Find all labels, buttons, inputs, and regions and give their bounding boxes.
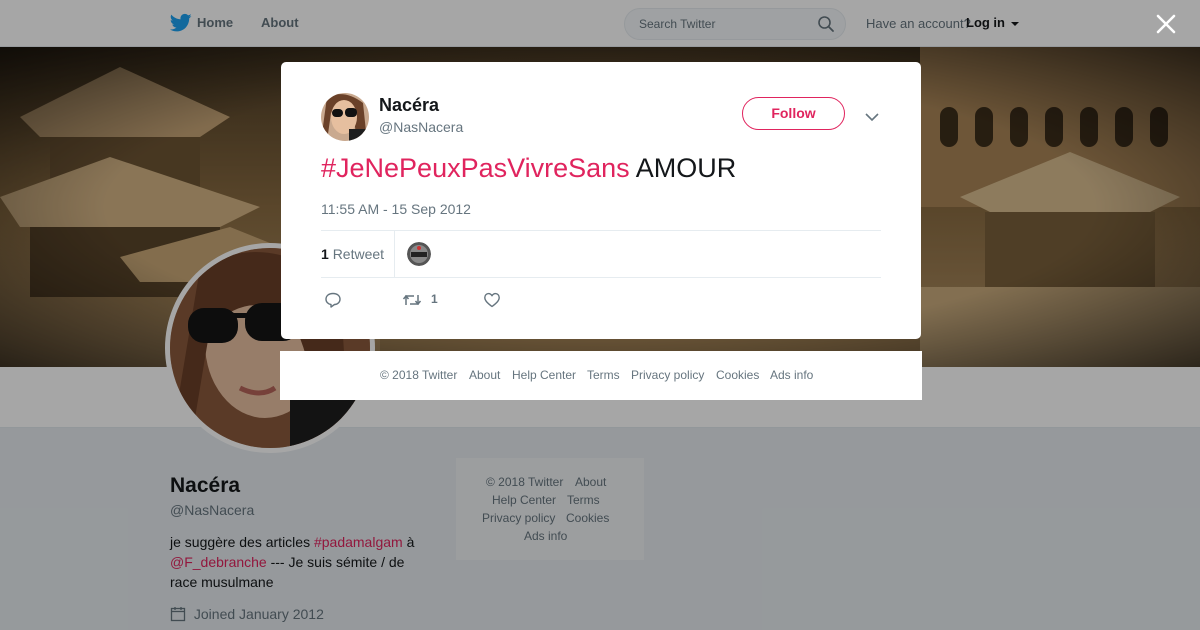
chevron-down-icon[interactable] bbox=[865, 109, 879, 122]
footer-privacy-link[interactable]: Privacy policy bbox=[631, 368, 704, 382]
follow-button[interactable]: Follow bbox=[742, 97, 845, 130]
like-heart-icon[interactable] bbox=[483, 291, 501, 314]
tweet-actions: 1 bbox=[321, 290, 621, 310]
follow-label: Follow bbox=[771, 105, 816, 121]
tweet-modal: Nacéra @NasNacera Follow #JeNePeuxPasViv… bbox=[281, 62, 921, 339]
tweet-author-name[interactable]: Nacéra bbox=[379, 95, 439, 116]
tweet-author-avatar[interactable] bbox=[321, 93, 369, 141]
retweet-stat-count: 1 bbox=[321, 246, 329, 262]
tweet-author-handle[interactable]: @NasNacera bbox=[379, 119, 463, 135]
footer-copyright: © 2018 Twitter bbox=[380, 368, 458, 382]
retweeter-avatar[interactable] bbox=[407, 242, 431, 266]
stats-divider bbox=[394, 231, 395, 277]
retweet-action-count: 1 bbox=[431, 292, 438, 306]
footer-ads-link[interactable]: Ads info bbox=[770, 368, 813, 382]
tweet-body: AMOUR bbox=[629, 153, 737, 183]
footer-about-link[interactable]: About bbox=[469, 368, 500, 382]
tweet-text: #JeNePeuxPasVivreSans AMOUR bbox=[321, 153, 736, 184]
retweet-icon[interactable] bbox=[402, 291, 422, 314]
tweet-hashtag-link[interactable]: #JeNePeuxPasVivreSans bbox=[321, 153, 630, 183]
tweet-timestamp[interactable]: 11:55 AM - 15 Sep 2012 bbox=[321, 201, 471, 217]
footer-help-link[interactable]: Help Center bbox=[512, 368, 576, 382]
tweet-stats-row: 1 Retweet bbox=[321, 230, 881, 278]
close-icon[interactable] bbox=[1152, 10, 1180, 38]
retweet-stat[interactable]: 1 Retweet bbox=[321, 246, 384, 262]
reply-icon[interactable] bbox=[324, 291, 342, 314]
modal-footer: © 2018 Twitter About Help Center Terms P… bbox=[280, 351, 922, 400]
footer-terms-link[interactable]: Terms bbox=[587, 368, 620, 382]
retweet-stat-label: Retweet bbox=[332, 246, 385, 262]
footer-cookies-link[interactable]: Cookies bbox=[716, 368, 759, 382]
